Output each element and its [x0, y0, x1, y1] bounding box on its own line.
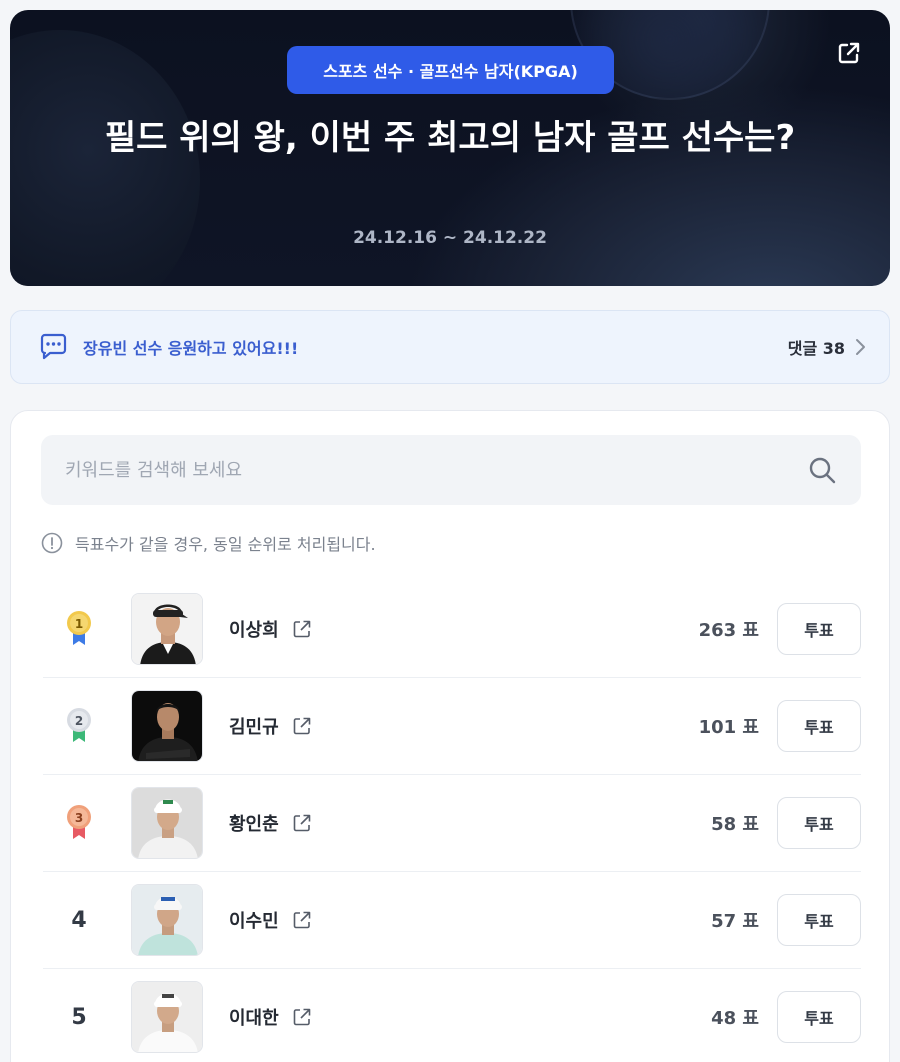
player-name: 이상희 — [229, 620, 279, 641]
player-row: 2 김민규 101 표 투표 — [43, 678, 861, 775]
player-row: 4 이수민 57 표 투표 — [43, 872, 861, 969]
chat-bubble-icon — [40, 333, 67, 360]
latest-comment-text: 장유빈 선수 응원하고 있어요!!! — [83, 339, 299, 358]
search-icon[interactable] — [807, 455, 837, 485]
silver-medal-icon: 2 — [67, 708, 91, 742]
tie-notice: 득표수가 같을 경우, 동일 순위로 처리됩니다. — [41, 531, 376, 555]
vote-button[interactable]: 투표 — [777, 700, 861, 752]
external-link-icon[interactable] — [291, 715, 313, 737]
player-name: 김민규 — [229, 717, 279, 738]
vote-button[interactable]: 투표 — [777, 991, 861, 1043]
info-icon — [41, 532, 63, 554]
rank-badge: 3 — [43, 803, 115, 843]
comment-preview-bar[interactable]: 장유빈 선수 응원하고 있어요!!! 댓글 38 — [10, 310, 890, 384]
player-row: 5 이대한 48 표 투표 — [43, 969, 861, 1062]
medal-rank-number: 2 — [75, 714, 83, 728]
rank-number: 5 — [71, 1004, 87, 1030]
player-photo — [131, 787, 203, 859]
search-input[interactable] — [65, 459, 807, 481]
medal-rank-number: 3 — [75, 811, 83, 825]
vote-button[interactable]: 투표 — [777, 797, 861, 849]
player-photo — [131, 981, 203, 1053]
player-name-group: 이상희 — [229, 616, 699, 642]
player-name-group: 이대한 — [229, 1004, 711, 1030]
external-link-icon[interactable] — [291, 909, 313, 931]
poll-title: 필드 위의 왕, 이번 주 최고의 남자 골프 선수는? — [104, 118, 796, 158]
player-name-group: 이수민 — [229, 907, 711, 933]
gold-medal-icon: 1 — [67, 611, 91, 645]
rank-badge: 2 — [43, 706, 115, 746]
player-name: 이수민 — [229, 911, 279, 932]
rank-number: 4 — [71, 907, 87, 933]
vote-button[interactable]: 투표 — [777, 894, 861, 946]
player-name-group: 황인춘 — [229, 810, 711, 836]
search-bar — [41, 435, 861, 505]
medal-rank-number: 1 — [75, 617, 83, 631]
external-link-icon[interactable] — [291, 1006, 313, 1028]
bronze-medal-icon: 3 — [67, 805, 91, 839]
vote-count: 48 표 — [711, 1008, 759, 1029]
category-badge: 스포츠 선수 · 골프선수 남자(KPGA) — [287, 46, 614, 94]
external-link-icon[interactable] — [291, 812, 313, 834]
player-photo — [131, 690, 203, 762]
player-ranking-list: 1 이상희 263 표 투표 2 김민규 101 표 투표 3 황인춘 58 표… — [43, 581, 861, 1062]
player-name: 황인춘 — [229, 814, 279, 835]
vote-count: 101 표 — [698, 717, 759, 738]
vote-count: 57 표 — [711, 911, 759, 932]
rank-badge: 4 — [43, 908, 115, 933]
rank-badge: 5 — [43, 1005, 115, 1030]
vote-count: 58 표 — [711, 814, 759, 835]
ranking-card: 득표수가 같을 경우, 동일 순위로 처리됩니다. 1 — [10, 410, 890, 1062]
vote-button[interactable]: 투표 — [777, 603, 861, 655]
poll-date-range: 24.12.16 ~ 24.12.22 — [353, 228, 547, 248]
share-icon[interactable] — [834, 38, 864, 68]
player-name-group: 김민규 — [229, 713, 699, 739]
player-photo — [131, 593, 203, 665]
vote-count: 263 표 — [698, 620, 759, 641]
player-row: 3 황인춘 58 표 투표 — [43, 775, 861, 872]
rank-badge: 1 — [43, 609, 115, 649]
poll-hero-banner: 스포츠 선수 · 골프선수 남자(KPGA) 필드 위의 왕, 이번 주 최고의… — [10, 10, 890, 286]
chevron-right-icon — [856, 339, 865, 355]
player-photo — [131, 884, 203, 956]
tie-notice-text: 득표수가 같을 경우, 동일 순위로 처리됩니다. — [75, 535, 376, 554]
comment-count: 댓글 38 — [787, 339, 845, 358]
player-row: 1 이상희 263 표 투표 — [43, 581, 861, 678]
external-link-icon[interactable] — [291, 618, 313, 640]
player-name: 이대한 — [229, 1008, 279, 1029]
